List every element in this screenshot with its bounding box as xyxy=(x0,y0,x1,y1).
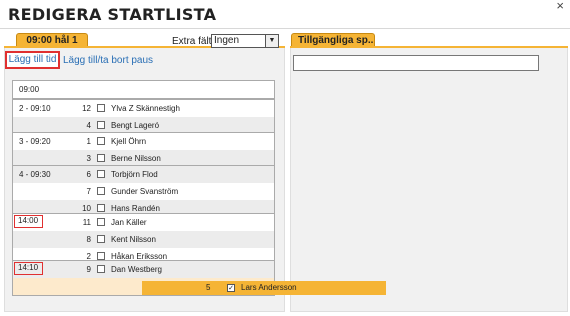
tab-underline xyxy=(290,46,568,48)
player-checkbox[interactable] xyxy=(97,137,105,145)
start-lane[interactable]: 09:00 xyxy=(12,80,275,99)
player-name: Ylva Z Skännestigh xyxy=(111,104,180,113)
dragged-player-row[interactable]: 5 ✓ Lars Andersson xyxy=(142,281,386,295)
player-checkbox[interactable] xyxy=(97,154,105,162)
player-name: Dan Westberg xyxy=(111,265,162,274)
player-checkbox[interactable] xyxy=(97,265,105,273)
title-divider xyxy=(0,28,570,29)
player-name: Gunder Svanström xyxy=(111,187,179,196)
extra-field-select[interactable]: Ingen ▼ xyxy=(211,34,279,48)
extra-field-label: Extra fält: xyxy=(172,36,215,47)
table-row[interactable]: 3 - 09:20 1 Kjell Öhrn xyxy=(13,133,274,150)
player-number: 1 xyxy=(86,137,91,146)
tab-available-players[interactable]: Tillgängliga sp... xyxy=(291,33,375,47)
player-number: 7 xyxy=(86,187,91,196)
start-time-highlighted[interactable]: 14:10 xyxy=(14,262,43,275)
available-players-panel xyxy=(290,46,568,312)
player-number: 6 xyxy=(86,170,91,179)
start-lane[interactable]: 4 - 09:30 6 Torbjörn Flod 7 Gunder Svans… xyxy=(12,165,275,218)
add-remove-pause-link[interactable]: Lägg till/ta bort paus xyxy=(63,55,153,66)
start-lane[interactable]: 14:00 11 Jan Käller 8 Kent Nilsson 2 Håk… xyxy=(12,213,275,266)
player-checkbox[interactable] xyxy=(97,104,105,112)
table-row[interactable]: 8 Kent Nilsson xyxy=(13,231,274,248)
player-name: Kjell Öhrn xyxy=(111,137,147,146)
start-lane[interactable]: 2 - 09:10 12 Ylva Z Skännestigh 4 Bengt … xyxy=(12,99,275,135)
table-row[interactable]: 4 - 09:30 6 Torbjörn Flod xyxy=(13,166,274,183)
player-number: 5 xyxy=(206,283,211,292)
available-search-input[interactable] xyxy=(293,55,539,71)
start-time: 4 - 09:30 xyxy=(19,170,51,179)
chevron-down-icon[interactable]: ▼ xyxy=(265,35,278,47)
title-bar: REDIGERA STARTLISTA × xyxy=(0,0,570,28)
player-checkbox[interactable] xyxy=(97,252,105,260)
table-row[interactable]: 14:00 11 Jan Käller xyxy=(13,214,274,231)
player-name: Jan Käller xyxy=(111,218,147,227)
player-number: 8 xyxy=(86,235,91,244)
dialog-title: REDIGERA STARTLISTA xyxy=(8,5,217,24)
add-time-link[interactable]: Lägg till tid xyxy=(5,51,60,69)
start-time: 2 - 09:10 xyxy=(19,104,51,113)
player-name: Torbjörn Flod xyxy=(111,170,158,179)
start-time: 3 - 09:20 xyxy=(19,137,51,146)
player-checkbox[interactable] xyxy=(97,204,105,212)
player-name: Kent Nilsson xyxy=(111,235,156,244)
player-name: Lars Andersson xyxy=(241,283,297,292)
start-lane[interactable]: 3 - 09:20 1 Kjell Öhrn 3 Berne Nilsson xyxy=(12,132,275,168)
player-checkbox[interactable] xyxy=(97,235,105,243)
player-checkbox[interactable] xyxy=(97,218,105,226)
start-time-highlighted[interactable]: 14:00 xyxy=(14,215,43,228)
table-row[interactable]: 14:10 9 Dan Westberg xyxy=(13,261,274,278)
table-row[interactable]: 2 - 09:10 12 Ylva Z Skännestigh xyxy=(13,100,274,117)
player-number: 9 xyxy=(86,265,91,274)
player-number: 11 xyxy=(82,218,91,227)
start-time: 09:00 xyxy=(19,85,40,94)
extra-field-value: Ingen xyxy=(214,35,240,46)
player-checkbox[interactable] xyxy=(97,121,105,129)
check-icon[interactable]: ✓ xyxy=(227,284,235,292)
tab-start-group[interactable]: 09:00 hål 1 xyxy=(16,33,88,47)
player-checkbox[interactable] xyxy=(97,170,105,178)
player-number: 12 xyxy=(82,104,91,113)
player-checkbox[interactable] xyxy=(97,187,105,195)
table-row[interactable]: 7 Gunder Svanström xyxy=(13,183,274,200)
close-icon[interactable]: × xyxy=(556,0,564,13)
table-row[interactable]: 09:00 xyxy=(13,81,274,98)
